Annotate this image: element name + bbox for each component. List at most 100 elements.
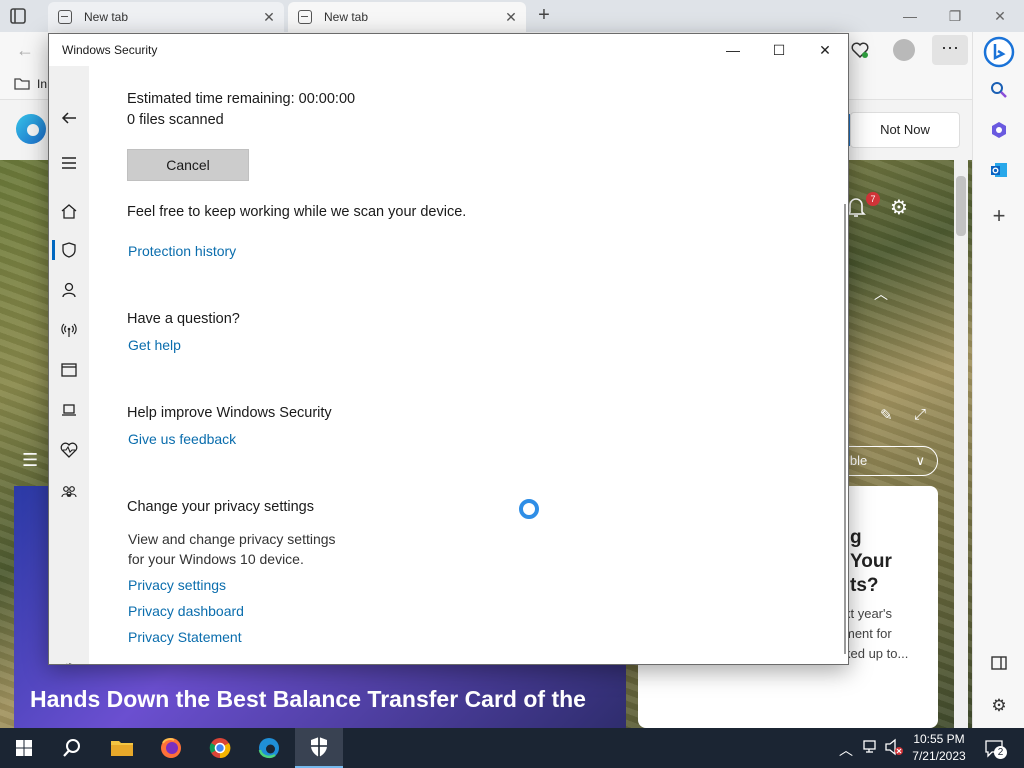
privacy-description-line1: View and change privacy settings	[128, 531, 336, 547]
notifications-bell-icon[interactable]	[846, 196, 866, 223]
taskbar: ︿ 10:55 PM 7/21/2023 2	[0, 728, 1024, 768]
privacy-dashboard-link[interactable]: Privacy dashboard	[128, 603, 244, 619]
new-tab-button[interactable]: +	[534, 5, 554, 26]
ws-content-pane: Estimated time remaining: 00:00:00 0 fil…	[89, 66, 846, 664]
firefox-icon[interactable]	[147, 728, 195, 768]
search-icon[interactable]	[48, 728, 96, 768]
improve-heading: Help improve Windows Security	[127, 405, 332, 421]
app-browser-icon[interactable]	[59, 360, 79, 380]
windows-security-window: Windows Security — ☐ ✕ Estimated time re…	[48, 33, 849, 665]
tab-title: New tab	[324, 10, 369, 24]
back-icon[interactable]	[59, 108, 79, 128]
profile-avatar[interactable]	[893, 39, 915, 61]
settings-more-icon[interactable]: ···	[932, 35, 968, 65]
ws-titlebar[interactable]: Windows Security — ☐ ✕	[49, 34, 848, 66]
browser-tab-2[interactable]: New tab ✕	[288, 2, 526, 32]
family-icon[interactable]	[59, 482, 79, 502]
browser-tab-strip: New tab ✕ New tab ✕ + — ❐ ✕	[0, 0, 1024, 32]
news-card-right-snippet: xt year's ment for ked up to...	[844, 604, 934, 664]
title-line: g	[850, 527, 862, 548]
file-explorer-icon[interactable]	[98, 728, 146, 768]
title-line: ts?	[850, 575, 879, 596]
privacy-heading: Change your privacy settings	[127, 499, 314, 515]
sidebar-settings-icon[interactable]: ⚙	[987, 694, 1011, 718]
clock-date[interactable]: 7/21/2023	[907, 749, 971, 763]
close-button[interactable]: ✕	[814, 39, 836, 61]
network-status-icon[interactable]	[862, 739, 880, 758]
expand-icon[interactable]: ⤢	[914, 406, 926, 423]
page-scrollbar[interactable]	[954, 160, 968, 728]
chevron-up-icon[interactable]: ︿	[874, 284, 888, 304]
keep-working-message: Feel free to keep working while we scan …	[127, 204, 467, 220]
snippet-line: ked up to...	[844, 646, 909, 661]
start-button[interactable]	[0, 728, 48, 768]
snippet-line: xt year's	[844, 606, 892, 621]
chrome-icon[interactable]	[196, 728, 244, 768]
network-icon[interactable]	[59, 320, 79, 340]
add-sidebar-item-icon[interactable]: +	[987, 204, 1011, 228]
page-settings-icon[interactable]: ⚙	[890, 195, 908, 220]
back-arrow-icon[interactable]: ←	[16, 40, 34, 61]
privacy-settings-link[interactable]: Privacy settings	[128, 577, 226, 593]
edge-icon[interactable]	[245, 728, 293, 768]
shield-icon[interactable]	[59, 240, 79, 260]
maximize-button[interactable]: ☐	[768, 39, 790, 61]
device-icon[interactable]	[59, 400, 79, 420]
browser-minimize-button[interactable]: —	[900, 6, 920, 26]
browser-tab-1[interactable]: New tab ✕	[48, 2, 284, 32]
feed-menu-icon[interactable]: ☰	[22, 450, 38, 471]
privacy-statement-link[interactable]: Privacy Statement	[128, 629, 242, 645]
close-tab-icon[interactable]: ✕	[262, 10, 276, 24]
ws-nav-rail	[49, 66, 89, 664]
office-icon[interactable]	[987, 120, 1011, 144]
favorites-item-label[interactable]: In	[37, 77, 47, 91]
outlook-icon[interactable]	[987, 160, 1011, 184]
clock-time[interactable]: 10:55 PM	[907, 732, 971, 746]
tab-title: New tab	[84, 10, 129, 24]
bing-chat-icon[interactable]	[983, 36, 1015, 68]
edge-sidebar: + ⚙	[972, 32, 1024, 728]
home-icon[interactable]	[59, 201, 79, 221]
active-nav-indicator	[52, 240, 55, 260]
close-tab-icon[interactable]: ✕	[504, 10, 518, 24]
edge-logo-icon	[14, 112, 48, 146]
settings-icon[interactable]	[59, 660, 79, 664]
action-center-icon[interactable]: 2	[984, 738, 1007, 759]
news-card-right-title: g Your ts?	[850, 526, 940, 598]
new-tab-page-icon	[298, 10, 312, 24]
files-scanned-count: 0 files scanned	[127, 112, 224, 128]
content-scrollbar[interactable]	[844, 204, 846, 654]
give-feedback-link[interactable]: Give us feedback	[128, 431, 236, 447]
favorites-folder-icon[interactable]	[14, 76, 30, 92]
notification-count-badge: 2	[994, 746, 1007, 759]
windows-security-taskbar-icon[interactable]	[295, 728, 343, 768]
loading-spinner-icon	[519, 499, 539, 519]
search-icon[interactable]	[987, 80, 1011, 104]
visibility-label: ible	[847, 453, 868, 468]
scrollbar-thumb[interactable]	[956, 176, 966, 236]
minimize-button[interactable]: —	[722, 39, 744, 61]
get-help-link[interactable]: Get help	[128, 337, 181, 353]
news-card-title[interactable]: Hands Down the Best Balance Transfer Car…	[30, 686, 610, 713]
title-line: Your	[850, 551, 892, 572]
account-icon[interactable]	[59, 280, 79, 300]
estimated-time-remaining: Estimated time remaining: 00:00:00	[127, 91, 356, 107]
health-icon[interactable]	[59, 440, 79, 460]
protection-history-link[interactable]: Protection history	[128, 243, 236, 259]
browser-close-button[interactable]: ✕	[990, 6, 1010, 26]
snippet-line: ment for	[844, 626, 892, 641]
menu-icon[interactable]	[59, 153, 79, 173]
show-hidden-icons-icon[interactable]: ︿	[839, 740, 853, 760]
browser-restore-button[interactable]: ❐	[945, 6, 965, 26]
volume-muted-icon[interactable]	[884, 738, 904, 759]
question-heading: Have a question?	[127, 311, 240, 327]
edit-background-icon[interactable]: ✎	[880, 406, 893, 424]
chevron-down-icon: ∨	[915, 453, 925, 468]
new-tab-page-icon	[58, 10, 72, 24]
not-now-button[interactable]: Not Now	[850, 112, 960, 148]
browser-essentials-icon[interactable]	[850, 40, 870, 60]
window-title: Windows Security	[62, 43, 158, 57]
hide-sidebar-icon[interactable]	[987, 654, 1011, 678]
tab-actions-icon[interactable]	[8, 6, 40, 26]
cancel-scan-button[interactable]: Cancel	[127, 149, 249, 181]
